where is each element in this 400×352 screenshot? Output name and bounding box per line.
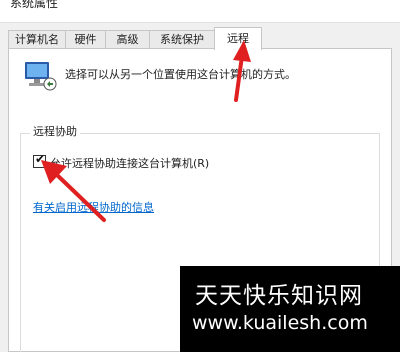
window-title: 系统属性 xyxy=(10,0,59,10)
watermark-title: 天天快乐知识网 xyxy=(195,283,363,309)
remote-computer-icon xyxy=(25,62,57,91)
tab-system-protection[interactable]: 系统保护 xyxy=(149,30,215,48)
allow-remote-assistance-label[interactable]: 允许远程协助连接这台计算机(R) xyxy=(50,155,209,171)
remote-assistance-help-link[interactable]: 有关启用远程协助的信息 xyxy=(33,199,154,215)
tab-label: 计算机名 xyxy=(15,33,59,46)
allow-remote-assistance-checkbox[interactable]: ✔ xyxy=(33,152,46,168)
remote-intro-text: 选择可以从另一个位置使用这台计算机的方式。 xyxy=(65,68,296,81)
tab-label: 硬件 xyxy=(74,33,97,46)
watermark-url: www.kuailesh.com xyxy=(192,312,368,334)
checkmark-icon: ✔ xyxy=(35,152,46,166)
tab-label: 远程 xyxy=(227,32,249,45)
tab-label: 高级 xyxy=(116,33,139,46)
tab-label: 系统保护 xyxy=(160,33,204,46)
remote-assistance-title: 远程协助 xyxy=(30,123,80,139)
window-titlebar: 系统属性 xyxy=(0,0,400,23)
tab-hardware[interactable]: 硬件 xyxy=(65,30,106,48)
tab-computer-name[interactable]: 计算机名 xyxy=(8,30,66,48)
tab-remote[interactable]: 远程 xyxy=(214,27,262,50)
tab-advanced[interactable]: 高级 xyxy=(105,30,150,48)
